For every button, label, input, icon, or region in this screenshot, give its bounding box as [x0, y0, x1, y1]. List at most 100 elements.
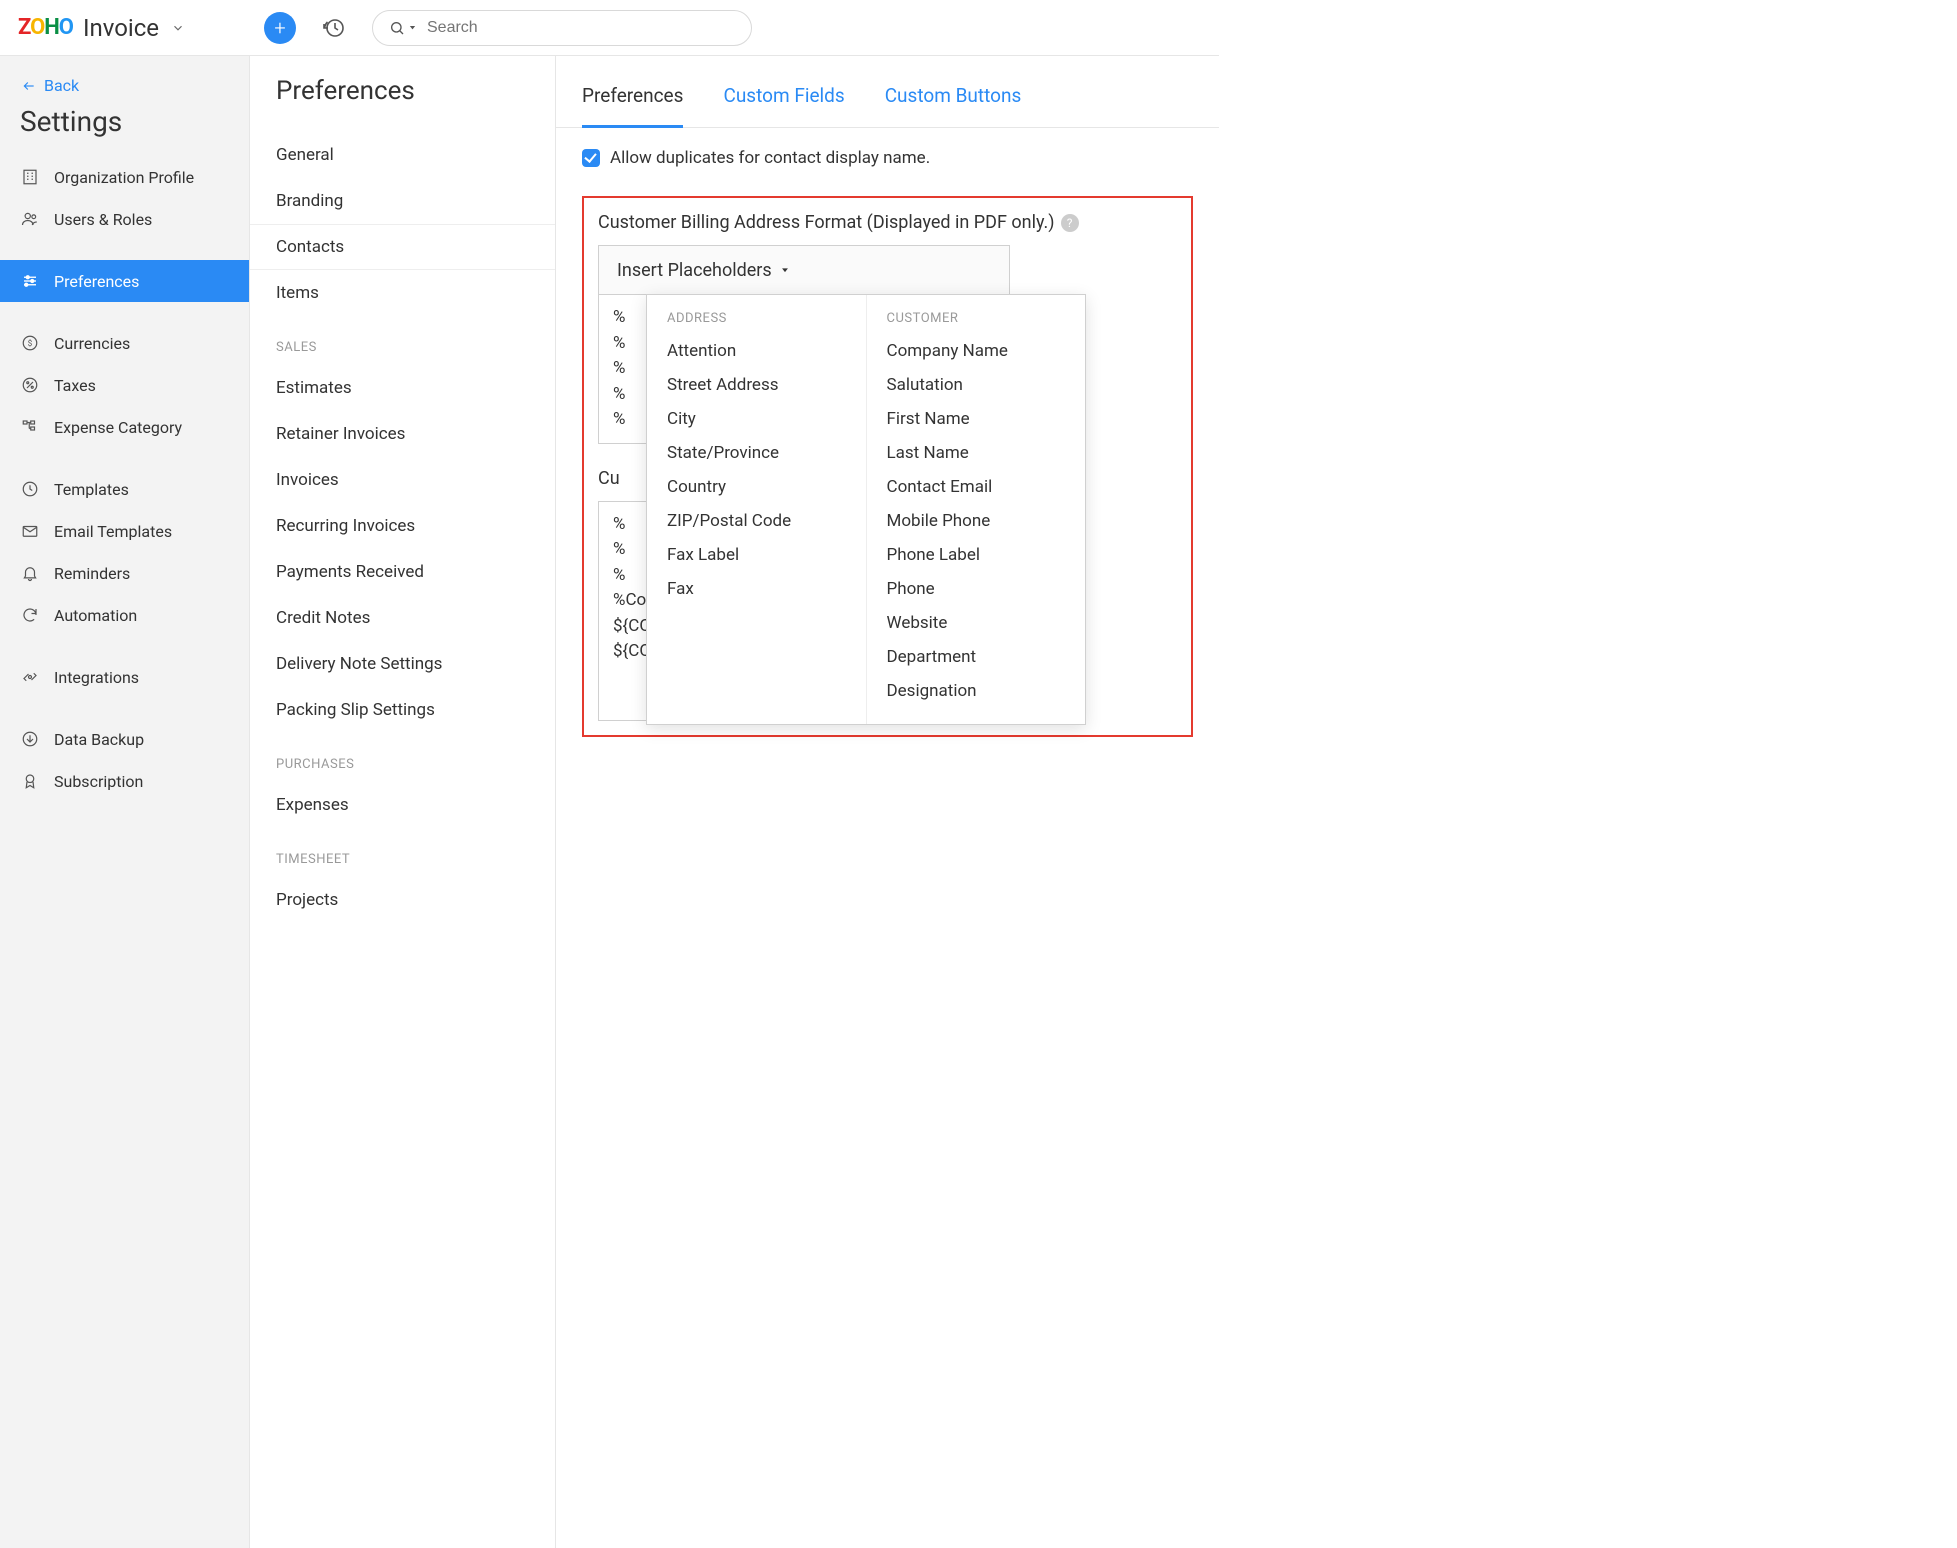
placeholder-zip-postal-code[interactable]: ZIP/Postal Code	[647, 504, 866, 538]
sidebar-item-reminders[interactable]: Reminders	[0, 552, 249, 594]
placeholder-designation[interactable]: Designation	[867, 674, 1086, 708]
allow-duplicates-row[interactable]: Allow duplicates for contact display nam…	[582, 148, 1193, 168]
svg-text:$: $	[28, 338, 33, 349]
search-input[interactable]	[427, 19, 735, 37]
popup-header-customer: CUSTOMER	[867, 311, 1086, 334]
prefs-item-estimates[interactable]: Estimates	[250, 365, 555, 411]
placeholder-phone-label[interactable]: Phone Label	[867, 538, 1086, 572]
add-button[interactable]: +	[264, 12, 296, 44]
prefs-item-contacts[interactable]: Contacts	[250, 224, 555, 270]
placeholder-state-province[interactable]: State/Province	[647, 436, 866, 470]
prefs-item-branding[interactable]: Branding	[250, 178, 555, 224]
placeholder-salutation[interactable]: Salutation	[867, 368, 1086, 402]
prefs-item-expenses[interactable]: Expenses	[250, 782, 555, 828]
sidebar-item-integrations[interactable]: Integrations	[0, 656, 249, 698]
sidebar-item-subscription[interactable]: Subscription	[0, 760, 249, 802]
back-label: Back	[44, 76, 79, 95]
sidebar-item-label: Data Backup	[54, 730, 144, 749]
sidebar-item-organization-profile[interactable]: Organization Profile	[0, 156, 249, 198]
sidebar-item-label: Subscription	[54, 772, 143, 791]
prefs-item-delivery-note-settings[interactable]: Delivery Note Settings	[250, 641, 555, 687]
prefs-item-projects[interactable]: Projects	[250, 877, 555, 923]
sidebar-item-label: Email Templates	[54, 522, 172, 541]
prefs-item-recurring-invoices[interactable]: Recurring Invoices	[250, 503, 555, 549]
prefs-item-items[interactable]: Items	[250, 270, 555, 316]
placeholder-country[interactable]: Country	[647, 470, 866, 504]
prefs-item-payments-received[interactable]: Payments Received	[250, 549, 555, 595]
sidebar-item-email-templates[interactable]: Email Templates	[0, 510, 249, 552]
placeholder-mobile-phone[interactable]: Mobile Phone	[867, 504, 1086, 538]
checkbox-checked-icon[interactable]	[582, 149, 600, 167]
placeholder-city[interactable]: City	[647, 402, 866, 436]
zoho-logo: ZOHO	[18, 15, 73, 40]
tab-custom-fields[interactable]: Custom Fields	[723, 84, 844, 127]
prefs-section-header: TIMESHEET	[250, 828, 555, 877]
placeholder-first-name[interactable]: First Name	[867, 402, 1086, 436]
history-button[interactable]	[320, 14, 348, 42]
building-icon	[20, 168, 40, 186]
back-link[interactable]: Back	[0, 76, 249, 105]
placeholder-company-name[interactable]: Company Name	[867, 334, 1086, 368]
currency-icon: $	[20, 334, 40, 352]
refresh-icon	[20, 606, 40, 624]
integrations-icon	[20, 668, 40, 686]
sliders-icon	[20, 272, 40, 290]
settings-sidebar: Back Settings Organization Profile Users …	[0, 56, 250, 1548]
help-icon[interactable]: ?	[1061, 214, 1079, 232]
sidebar-item-users-roles[interactable]: Users & Roles	[0, 198, 249, 240]
sidebar-item-label: Currencies	[54, 334, 130, 353]
prefs-item-retainer-invoices[interactable]: Retainer Invoices	[250, 411, 555, 457]
billing-format-title: Customer Billing Address Format (Display…	[598, 212, 1177, 233]
sidebar-item-label: Preferences	[54, 272, 139, 291]
placeholder-contact-email[interactable]: Contact Email	[867, 470, 1086, 504]
sidebar-item-data-backup[interactable]: Data Backup	[0, 718, 249, 760]
sidebar-item-label: Taxes	[54, 376, 96, 395]
sidebar-item-expense-category[interactable]: Expense Category	[0, 406, 249, 448]
popup-column-address: ADDRESS AttentionStreet AddressCityState…	[647, 295, 867, 724]
prefs-item-invoices[interactable]: Invoices	[250, 457, 555, 503]
prefs-item-credit-notes[interactable]: Credit Notes	[250, 595, 555, 641]
tab-preferences[interactable]: Preferences	[582, 84, 683, 128]
tab-custom-buttons[interactable]: Custom Buttons	[885, 84, 1022, 127]
users-icon	[20, 210, 40, 228]
placeholder-phone[interactable]: Phone	[867, 572, 1086, 606]
placeholder-fax-label[interactable]: Fax Label	[647, 538, 866, 572]
prefs-item-general[interactable]: General	[250, 132, 555, 178]
percent-icon	[20, 376, 40, 394]
caret-down-icon	[780, 265, 790, 275]
placeholder-attention[interactable]: Attention	[647, 334, 866, 368]
sidebar-item-preferences[interactable]: Preferences	[0, 260, 249, 302]
popup-column-customer: CUSTOMER Company NameSalutationFirst Nam…	[867, 295, 1086, 724]
sidebar-item-currencies[interactable]: $ Currencies	[0, 322, 249, 364]
placeholder-street-address[interactable]: Street Address	[647, 368, 866, 402]
dropdown-label: Insert Placeholders	[617, 260, 772, 281]
mail-icon	[20, 522, 40, 540]
highlighted-section: Customer Billing Address Format (Display…	[582, 196, 1193, 737]
prefs-item-packing-slip-settings[interactable]: Packing Slip Settings	[250, 687, 555, 733]
insert-placeholders-dropdown[interactable]: Insert Placeholders	[598, 245, 1010, 295]
search-input-wrap[interactable]	[372, 10, 752, 46]
placeholder-fax[interactable]: Fax	[647, 572, 866, 606]
placeholder-last-name[interactable]: Last Name	[867, 436, 1086, 470]
sidebar-item-label: Expense Category	[54, 418, 182, 437]
prefs-section-header: PURCHASES	[250, 733, 555, 782]
sidebar-item-automation[interactable]: Automation	[0, 594, 249, 636]
badge-icon	[20, 772, 40, 790]
sidebar-item-taxes[interactable]: Taxes	[0, 364, 249, 406]
placeholder-website[interactable]: Website	[867, 606, 1086, 640]
popup-header-address: ADDRESS	[647, 311, 866, 334]
settings-title: Settings	[0, 105, 249, 156]
prefs-section-header: SALES	[250, 316, 555, 365]
product-name: Invoice	[83, 14, 159, 42]
download-icon	[20, 730, 40, 748]
brand-switcher[interactable]: ZOHO Invoice	[18, 14, 248, 42]
bell-icon	[20, 564, 40, 582]
tree-icon	[20, 418, 40, 436]
search-icon	[389, 20, 417, 36]
chevron-down-icon	[171, 21, 185, 35]
sidebar-item-label: Automation	[54, 606, 137, 625]
preferences-nav: Preferences GeneralBrandingContactsItems…	[250, 56, 556, 1548]
sidebar-item-templates[interactable]: Templates	[0, 468, 249, 510]
placeholder-department[interactable]: Department	[867, 640, 1086, 674]
sidebar-item-label: Users & Roles	[54, 210, 152, 229]
